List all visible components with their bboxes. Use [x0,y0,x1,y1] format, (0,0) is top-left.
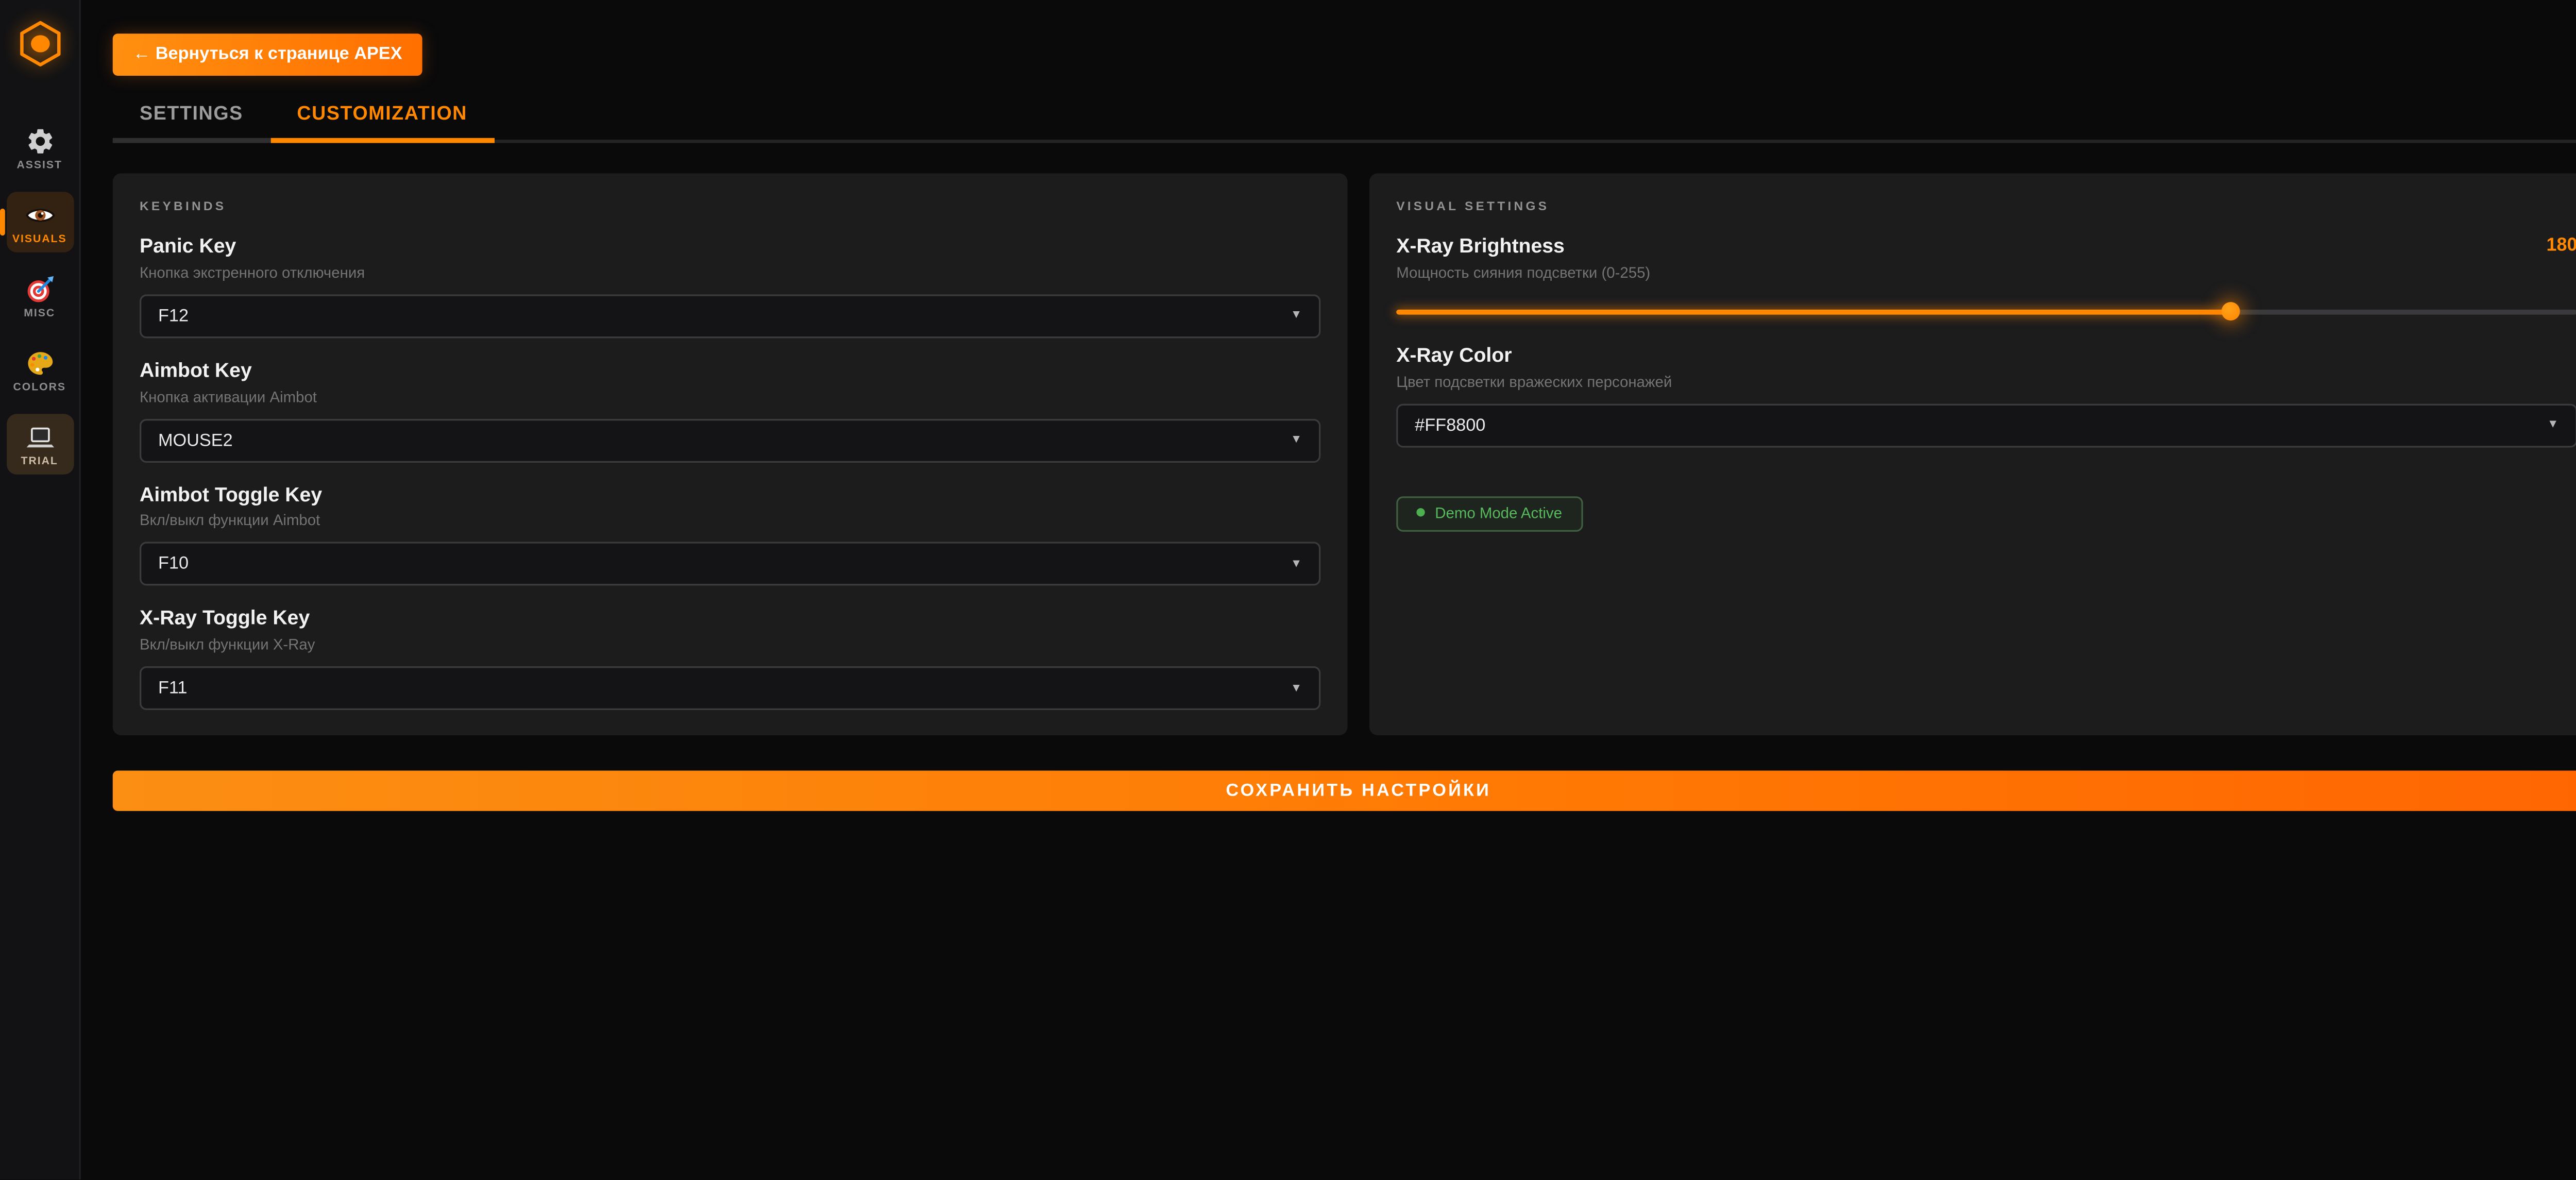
demo-mode-badge: Demo Mode Active [1396,496,1582,531]
select-value: F11 [158,679,188,699]
field-description: Вкл/выкл функции Aimbot [140,512,1320,529]
field-label: X-Ray Color [1396,345,2576,368]
visual-settings-panel-title: VISUAL SETTINGS [1396,198,2576,213]
keybinds-panel: KEYBINDS Panic Key Кнопка экстренного от… [113,173,1348,735]
slider-track[interactable] [1396,309,2576,314]
sidebar-item-visuals[interactable]: VISUALS [6,192,73,252]
sidebar-item-label: MISC [24,308,55,320]
sidebar-item-colors[interactable]: COLORS [6,340,73,401]
field-description: Цвет подсветки вражеских персонажей [1396,373,2576,390]
panic-key-field: Panic Key Кнопка экстренного отключения … [140,235,1320,338]
xray-color-select[interactable]: #FF8800 ▼ [1396,403,2576,447]
field-description: Кнопка активации Aimbot [140,388,1320,405]
select-value: F10 [158,554,189,575]
palette-icon [24,348,55,379]
field-label: Panic Key [140,235,1320,259]
select-value: #FF8800 [1415,415,1485,435]
field-label: X-Ray Brightness [1396,235,1565,259]
field-description: Кнопка экстренного отключения [140,264,1320,281]
chevron-down-icon: ▼ [1291,683,1302,695]
back-to-apex-button[interactable]: ← Вернуться к странице APEX [113,33,422,76]
field-label: Aimbot Toggle Key [140,484,1320,507]
gear-icon [24,126,55,157]
sidebar-item-misc[interactable]: MISC [6,266,73,327]
xray-brightness-slider[interactable] [1396,301,2576,323]
sidebar-item-label: COLORS [13,382,66,394]
save-settings-button[interactable]: СОХРАНИТЬ НАСТРОЙКИ [113,771,2576,811]
aimbot-key-select[interactable]: MOUSE2 ▼ [140,418,1320,462]
aimbot-toggle-key-field: Aimbot Toggle Key Вкл/выкл функции Aimbo… [140,484,1320,586]
laptop-icon [24,423,55,453]
eye-icon [24,200,55,231]
sidebar-item-assist[interactable]: ASSIST [6,118,73,179]
visual-settings-panel: VISUAL SETTINGS X-Ray Brightness 180 Мощ… [1369,173,2576,735]
field-label: Aimbot Key [140,360,1320,383]
brightness-value: 180 [2547,235,2576,256]
app-logo-hexagon-icon [18,20,61,67]
sidebar-item-label: ASSIST [17,160,62,172]
field-label: X-Ray Toggle Key [140,608,1320,631]
keybinds-panel-title: KEYBINDS [140,198,1320,213]
app-window: ASSIST VISUALS [0,0,2576,1180]
status-dot-icon [1416,508,1425,516]
sidebar-item-trial[interactable]: TRIAL [6,414,73,475]
demo-mode-badge-label: Demo Mode Active [1435,504,1562,521]
select-value: MOUSE2 [158,430,233,450]
sidebar-item-label: VISUALS [12,234,67,246]
field-description: Вкл/выкл функции X-Ray [140,636,1320,653]
chevron-down-icon: ▼ [1291,310,1302,322]
aimbot-key-field: Aimbot Key Кнопка активации Aimbot MOUSE… [140,360,1320,462]
xray-toggle-key-field: X-Ray Toggle Key Вкл/выкл функции X-Ray … [140,608,1320,711]
xray-toggle-key-select[interactable]: F11 ▼ [140,667,1320,711]
slider-thumb[interactable] [2221,302,2239,321]
tab-bar: SETTINGS CUSTOMIZATION [113,93,2576,143]
chevron-down-icon: ▼ [2547,419,2559,431]
sidebar: ASSIST VISUALS [0,0,81,1180]
chevron-down-icon: ▼ [1291,559,1302,570]
tab-customization[interactable]: CUSTOMIZATION [270,93,494,143]
field-description: Мощность сияния подсветки (0-255) [1396,264,2576,281]
panic-key-select[interactable]: F12 ▼ [140,294,1320,338]
xray-brightness-field: X-Ray Brightness 180 Мощность сияния под… [1396,235,2576,323]
chevron-down-icon: ▼ [1291,434,1302,446]
aimbot-toggle-key-select[interactable]: F10 ▼ [140,543,1320,586]
target-icon [24,274,55,305]
slider-fill [1396,309,2230,314]
main-content: ← Вернуться к странице APEX SETTINGS CUS… [81,0,2576,1180]
xray-color-field: X-Ray Color Цвет подсветки вражеских пер… [1396,345,2576,447]
sidebar-item-label: TRIAL [21,456,58,468]
settings-panels: KEYBINDS Panic Key Кнопка экстренного от… [113,173,2576,735]
active-indicator-bar [0,209,4,235]
select-value: F12 [158,306,189,326]
tab-settings[interactable]: SETTINGS [113,93,270,143]
sidebar-nav: ASSIST VISUALS [6,118,73,475]
